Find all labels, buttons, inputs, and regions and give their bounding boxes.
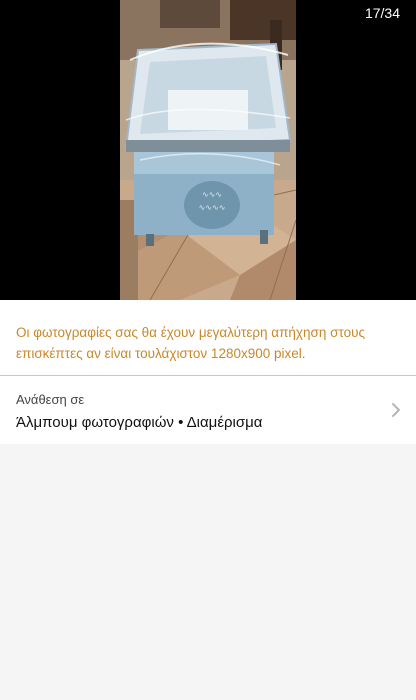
notice-text: Οι φωτογραφίες σας θα έχουν μεγαλύτερη α… [16,325,365,361]
assign-value: Άλμπουμ φωτογραφιών • Διαμέρισμα [16,414,263,431]
travel-cot-photo[interactable]: ∿∿∿ ∿∿∿∿ [120,0,296,300]
photo-image: ∿∿∿ ∿∿∿∿ [120,0,296,300]
assign-label: Ανάθεση σε [16,392,85,407]
svg-text:∿∿∿∿: ∿∿∿∿ [199,203,226,212]
photo-viewer[interactable]: 17/34 ∿∿∿ ∿∿∿∿ [0,0,416,300]
photo-size-notice: Οι φωτογραφίες σας θα έχουν μεγαλύτερη α… [0,300,416,376]
photo-counter: 17/34 [364,5,400,21]
chevron-right-icon [392,403,400,417]
assign-album-row[interactable]: Ανάθεση σε Άλμπουμ φωτογραφιών • Διαμέρι… [0,376,416,444]
svg-text:∿∿∿: ∿∿∿ [202,190,222,199]
